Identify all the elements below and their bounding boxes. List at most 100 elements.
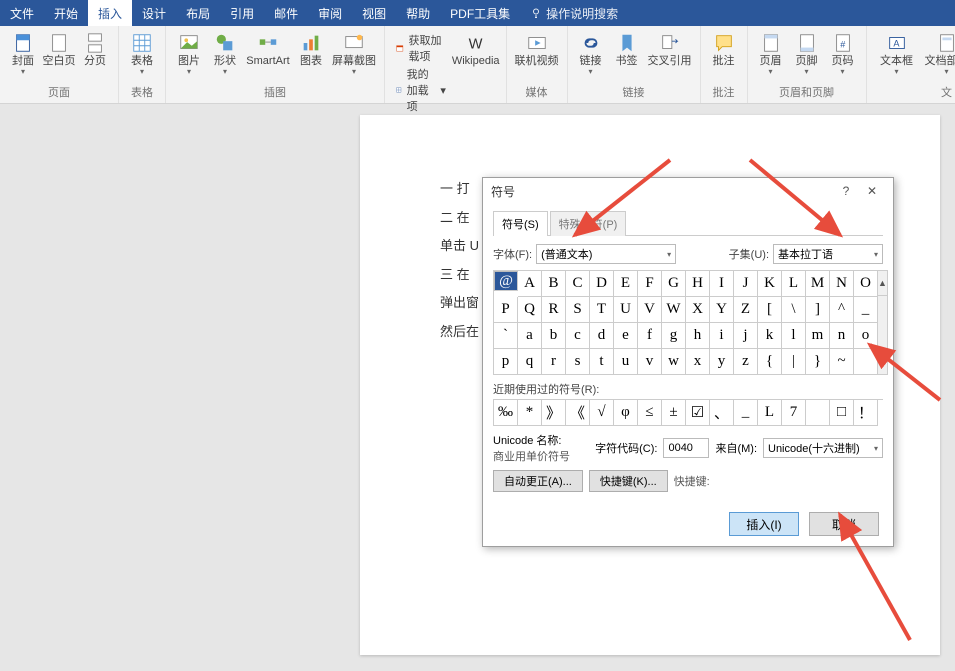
symbol-cell[interactable]: F bbox=[638, 271, 662, 297]
recent-symbol-cell[interactable]: 7 bbox=[782, 400, 806, 426]
wikipedia-button[interactable]: WWikipedia bbox=[452, 30, 500, 116]
symbol-cell[interactable]: ` bbox=[494, 323, 518, 349]
symbol-cell[interactable]: o bbox=[854, 323, 878, 349]
chart-button[interactable]: 图表 bbox=[294, 30, 328, 78]
symbol-cell[interactable]: K bbox=[758, 271, 782, 297]
autocorrect-button[interactable]: 自动更正(A)... bbox=[493, 470, 583, 492]
symbol-cell[interactable]: d bbox=[590, 323, 614, 349]
subset-select[interactable]: 基本拉丁语▾ bbox=[773, 244, 883, 264]
page-break-button[interactable]: 分页 bbox=[78, 30, 112, 78]
symbol-cell[interactable]: M bbox=[806, 271, 830, 297]
symbol-cell[interactable]: b bbox=[542, 323, 566, 349]
xref-button[interactable]: 交叉引用 bbox=[646, 30, 694, 78]
help-button[interactable]: ? bbox=[833, 184, 859, 198]
symbol-cell[interactable]: _ bbox=[854, 297, 878, 323]
cover-page-button[interactable]: 封面▾ bbox=[6, 30, 40, 78]
symbol-cell[interactable]: O bbox=[854, 271, 878, 297]
symbol-cell[interactable]: n bbox=[830, 323, 854, 349]
recent-symbol-cell[interactable]: _ bbox=[734, 400, 758, 426]
charcode-input[interactable]: 0040 bbox=[663, 438, 709, 458]
symbol-cell[interactable]: y bbox=[710, 349, 734, 375]
symbol-cell[interactable]: L bbox=[782, 271, 806, 297]
menu-pdf[interactable]: PDF工具集 bbox=[440, 0, 520, 26]
symbol-cell[interactable]: B bbox=[542, 271, 566, 297]
symbol-cell[interactable]: q bbox=[518, 349, 542, 375]
symbol-cell[interactable]: x bbox=[686, 349, 710, 375]
symbol-cell[interactable]: h bbox=[686, 323, 710, 349]
symbol-cell[interactable]: s bbox=[566, 349, 590, 375]
quickparts-button[interactable]: 文档部件▾ bbox=[923, 30, 955, 78]
symbol-cell[interactable]: f bbox=[638, 323, 662, 349]
recent-symbol-cell[interactable]: ± bbox=[662, 400, 686, 426]
symbol-cell[interactable]: g bbox=[662, 323, 686, 349]
bookmark-button[interactable]: 书签 bbox=[610, 30, 644, 78]
tab-special-chars[interactable]: 特殊字符(P) bbox=[550, 211, 627, 236]
symbol-cell[interactable]: C bbox=[566, 271, 590, 297]
symbol-cell[interactable]: | bbox=[782, 349, 806, 375]
recent-symbol-cell[interactable]: 、 bbox=[710, 400, 734, 426]
symbol-cell[interactable]: u bbox=[614, 349, 638, 375]
symbol-cell[interactable]: E bbox=[614, 271, 638, 297]
scrollbar-track[interactable] bbox=[878, 296, 888, 349]
symbol-cell[interactable]: H bbox=[686, 271, 710, 297]
symbol-cell[interactable] bbox=[854, 349, 878, 375]
symbol-cell[interactable]: k bbox=[758, 323, 782, 349]
symbol-cell[interactable]: \ bbox=[782, 297, 806, 323]
link-button[interactable]: 链接▾ bbox=[574, 30, 608, 78]
symbol-cell[interactable]: @ bbox=[494, 271, 518, 291]
table-button[interactable]: 表格▾ bbox=[125, 30, 159, 78]
recent-symbol-cell[interactable]: ☑ bbox=[686, 400, 710, 426]
symbol-cell[interactable]: U bbox=[614, 297, 638, 323]
close-button[interactable]: ✕ bbox=[859, 184, 885, 198]
recent-symbol-cell[interactable] bbox=[806, 400, 830, 426]
textbox-button[interactable]: A文本框▾ bbox=[873, 30, 921, 78]
symbol-cell[interactable]: X bbox=[686, 297, 710, 323]
recent-symbol-cell[interactable]: 《 bbox=[566, 400, 590, 426]
pictures-button[interactable]: 图片▾ bbox=[172, 30, 206, 78]
recent-symbol-cell[interactable]: □ bbox=[830, 400, 854, 426]
symbol-cell[interactable]: c bbox=[566, 323, 590, 349]
symbol-cell[interactable]: Z bbox=[734, 297, 758, 323]
font-select[interactable]: (普通文本)▾ bbox=[536, 244, 676, 264]
tell-me-search[interactable]: 操作说明搜索 bbox=[530, 5, 618, 22]
shapes-button[interactable]: 形状▾ bbox=[208, 30, 242, 78]
menu-home[interactable]: 开始 bbox=[44, 0, 88, 26]
symbol-cell[interactable]: D bbox=[590, 271, 614, 297]
recent-symbol-cell[interactable]: ‰ bbox=[494, 400, 518, 426]
symbol-cell[interactable]: j bbox=[734, 323, 758, 349]
symbol-cell[interactable]: V bbox=[638, 297, 662, 323]
menu-insert[interactable]: 插入 bbox=[88, 0, 132, 26]
symbol-cell[interactable]: N bbox=[830, 271, 854, 297]
menu-references[interactable]: 引用 bbox=[220, 0, 264, 26]
symbol-cell[interactable]: z bbox=[734, 349, 758, 375]
symbol-cell[interactable]: S bbox=[566, 297, 590, 323]
scroll-down-button[interactable]: ▼ bbox=[878, 349, 888, 375]
insert-button[interactable]: 插入(I) bbox=[729, 512, 799, 536]
menu-file[interactable]: 文件 bbox=[0, 0, 44, 26]
symbol-cell[interactable]: v bbox=[638, 349, 662, 375]
tab-symbols[interactable]: 符号(S) bbox=[493, 211, 548, 236]
comment-button[interactable]: 批注 bbox=[707, 30, 741, 69]
symbol-cell[interactable]: a bbox=[518, 323, 542, 349]
menu-view[interactable]: 视图 bbox=[352, 0, 396, 26]
symbol-cell[interactable]: [ bbox=[758, 297, 782, 323]
recent-symbol-cell[interactable]: ！ bbox=[854, 400, 878, 426]
recent-symbol-cell[interactable]: √ bbox=[590, 400, 614, 426]
symbol-cell[interactable]: ] bbox=[806, 297, 830, 323]
my-addins-button[interactable]: 我的加载项 ▾ bbox=[395, 66, 446, 114]
cancel-button[interactable]: 取消 bbox=[809, 512, 879, 536]
symbol-cell[interactable]: R bbox=[542, 297, 566, 323]
menu-design[interactable]: 设计 bbox=[132, 0, 176, 26]
symbol-cell[interactable]: J bbox=[734, 271, 758, 297]
symbol-cell[interactable]: l bbox=[782, 323, 806, 349]
symbol-cell[interactable]: r bbox=[542, 349, 566, 375]
symbol-cell[interactable]: Q bbox=[518, 297, 542, 323]
scroll-up-button[interactable]: ▲ bbox=[878, 270, 888, 296]
symbol-cell[interactable]: T bbox=[590, 297, 614, 323]
screenshot-button[interactable]: 屏幕截图▾ bbox=[330, 30, 378, 78]
symbol-cell[interactable]: } bbox=[806, 349, 830, 375]
symbol-cell[interactable]: w bbox=[662, 349, 686, 375]
recent-symbol-cell[interactable]: L bbox=[758, 400, 782, 426]
symbol-cell[interactable]: ^ bbox=[830, 297, 854, 323]
header-button[interactable]: 页眉▾ bbox=[754, 30, 788, 78]
